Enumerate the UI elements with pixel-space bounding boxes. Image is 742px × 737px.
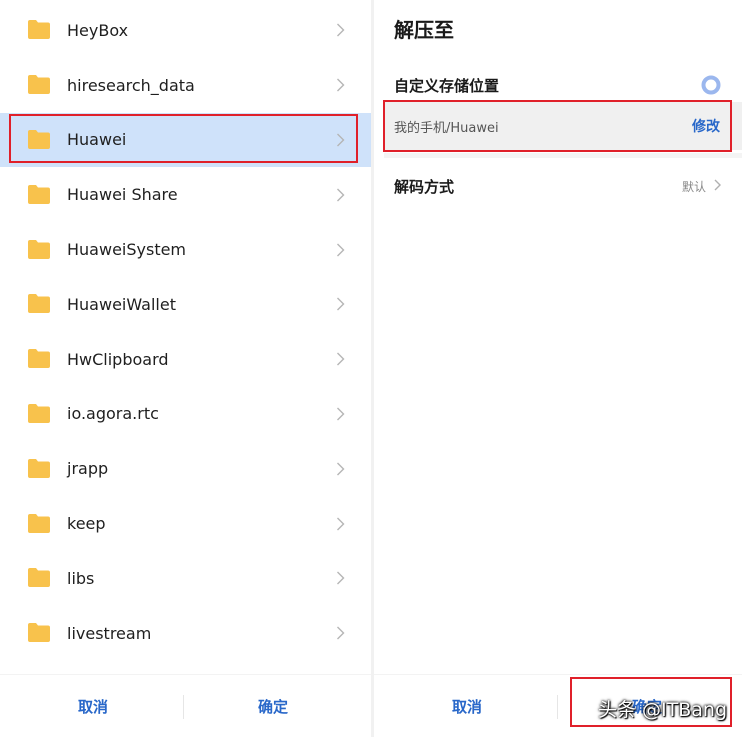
chevron-right-icon <box>337 407 345 421</box>
folder-icon <box>28 623 50 643</box>
chevron-right-icon <box>337 78 345 92</box>
radio-icon[interactable] <box>701 75 721 95</box>
chevron-right-icon <box>337 626 345 640</box>
folder-row[interactable]: HwClipboard <box>0 332 371 387</box>
folder-name: HuaweiWallet <box>67 294 176 314</box>
folder-list: HeyBox hiresearch_data Huawei Huawei Share H… <box>0 3 371 661</box>
folder-name: HeyBox <box>67 20 129 40</box>
extract-to-panel: 解压至 自定义存储位置 我的手机/Huawei 修改 解码方式 默认 取消 确定… <box>374 0 742 737</box>
folder-row[interactable]: io.agora.rtc <box>0 387 371 442</box>
folder-icon <box>28 349 50 369</box>
folder-name: HuaweiSystem <box>67 240 187 260</box>
folder-name: hiresearch_data <box>67 75 195 95</box>
page-title: 解压至 <box>394 18 454 42</box>
folder-icon <box>28 568 50 588</box>
folder-icon <box>28 513 50 533</box>
custom-location-label: 自定义存储位置 <box>394 77 500 95</box>
folder-name: libs <box>67 568 95 588</box>
folder-row[interactable]: hiresearch_data <box>0 58 371 113</box>
folder-row[interactable]: jrapp <box>0 441 371 496</box>
folder-icon <box>28 20 50 40</box>
folder-row[interactable]: HuaweiWallet <box>0 277 371 332</box>
right-cancel-button[interactable]: 取消 <box>394 693 540 721</box>
bar-divider <box>557 695 558 719</box>
folder-row[interactable]: keep <box>0 496 371 551</box>
folder-name: keep <box>67 514 106 534</box>
folder-name: Huawei <box>67 130 127 150</box>
section-divider <box>384 153 742 158</box>
folder-name: livestream <box>67 623 152 643</box>
folder-icon <box>28 75 50 95</box>
edit-path-button[interactable]: 修改 <box>692 116 720 136</box>
folder-icon <box>28 403 50 423</box>
folder-icon <box>28 239 50 259</box>
chevron-right-icon <box>337 462 345 476</box>
folder-name: Huawei Share <box>67 185 178 205</box>
folder-name: jrapp <box>67 459 109 479</box>
bar-divider <box>183 695 184 719</box>
chevron-right-icon <box>337 23 345 37</box>
chevron-right-icon <box>337 297 345 311</box>
folder-row[interactable]: HuaweiSystem <box>0 222 371 277</box>
left-cancel-button[interactable]: 取消 <box>20 693 166 721</box>
left-bottom-bar: 取消 确定 <box>0 674 371 737</box>
chevron-right-icon <box>337 188 345 202</box>
folder-name: HwClipboard <box>67 349 169 369</box>
folder-row[interactable]: livestream <box>0 606 371 661</box>
decode-mode-label[interactable]: 解码方式 <box>394 176 454 197</box>
chevron-right-icon <box>337 571 345 585</box>
folder-row[interactable]: libs <box>0 551 371 606</box>
chevron-right-icon <box>337 352 345 366</box>
folder-icon <box>28 458 50 478</box>
folder-row[interactable]: Huawei Share <box>0 167 371 222</box>
folder-name: io.agora.rtc <box>67 404 159 424</box>
decode-mode-value[interactable]: 默认 <box>682 178 706 195</box>
folder-icon <box>28 294 50 314</box>
folder-row[interactable]: HeyBox <box>0 3 371 58</box>
chevron-right-icon <box>337 517 345 531</box>
storage-path-text: 我的手机/Huawei <box>394 121 499 136</box>
chevron-right-icon <box>337 243 345 257</box>
chevron-right-icon[interactable] <box>714 179 721 191</box>
folder-icon <box>28 129 50 149</box>
storage-path-row: 我的手机/Huawei 修改 <box>384 102 742 150</box>
folder-picker-panel: HeyBox hiresearch_data Huawei Huawei Share H… <box>0 0 371 737</box>
right-bottom-bar: 取消 确定 头条 @ITBang <box>374 674 742 737</box>
folder-icon <box>28 184 50 204</box>
watermark-text: 头条 @ITBang <box>598 699 728 721</box>
folder-row[interactable]: Huawei <box>0 112 371 168</box>
chevron-right-icon <box>337 133 345 147</box>
left-confirm-button[interactable]: 确定 <box>200 693 346 721</box>
